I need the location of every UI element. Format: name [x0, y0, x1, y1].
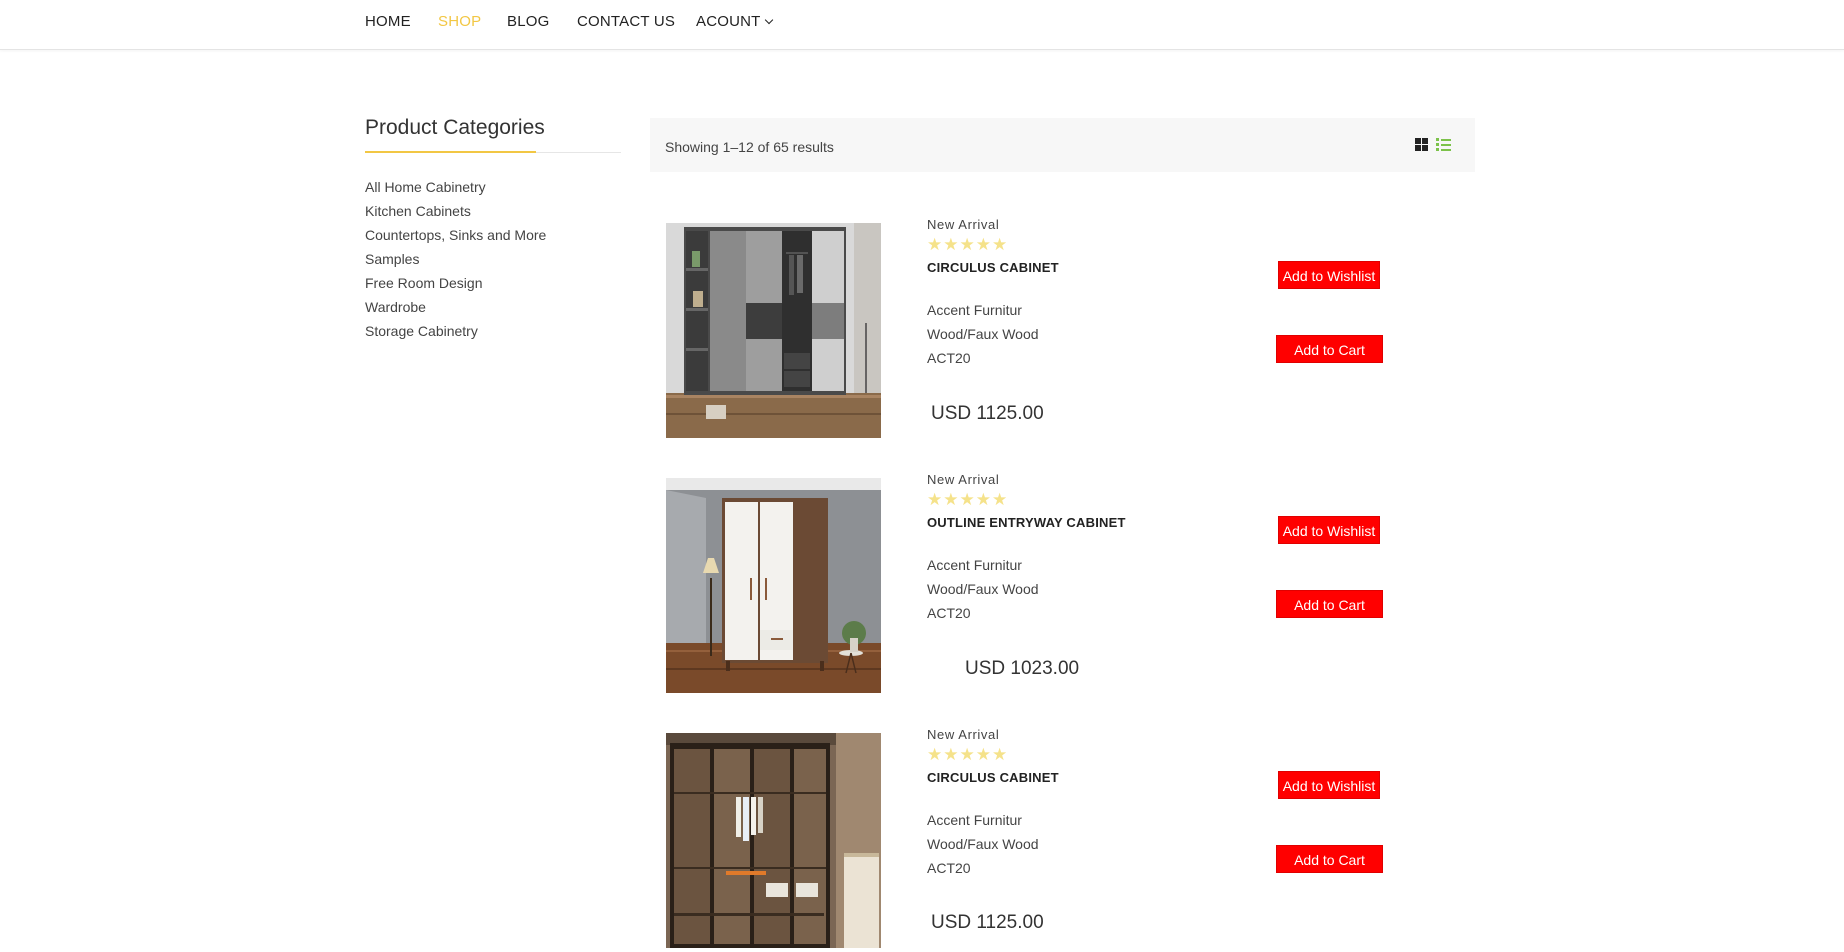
product-price: USD 1125.00: [931, 912, 1044, 933]
category-list: All Home Cabinetry Kitchen Cabinets Coun…: [365, 175, 546, 343]
product-row: New Arrival ★★★★★ CIRCULUS CABINET Accen…: [666, 217, 1426, 439]
new-arrival-badge: New Arrival: [927, 472, 1000, 487]
product-name[interactable]: OUTLINE ENTRYWAY CABINET: [927, 515, 1126, 530]
new-arrival-badge: New Arrival: [927, 217, 1000, 232]
category-link[interactable]: Samples: [365, 247, 546, 271]
nav-blog[interactable]: BLOG: [507, 13, 549, 30]
product-image[interactable]: [666, 478, 881, 693]
star-icon: ★: [959, 490, 975, 509]
list-view-icon[interactable]: [1436, 138, 1451, 152]
nav-home[interactable]: HOME: [365, 13, 411, 30]
star-icon: ★: [992, 235, 1008, 254]
product-spec-type: Accent Furnitur: [927, 812, 1022, 828]
category-link[interactable]: Free Room Design: [365, 271, 546, 295]
star-icon: ★: [943, 235, 959, 254]
product-name[interactable]: CIRCULUS CABINET: [927, 770, 1059, 785]
product-price: USD 1125.00: [931, 403, 1044, 424]
product-spec-material: Wood/Faux Wood: [927, 581, 1039, 597]
chevron-down-icon: [764, 15, 773, 25]
product-spec-code: ACT20: [927, 350, 971, 366]
sidebar-title-underline: [365, 151, 536, 153]
category-link[interactable]: All Home Cabinetry: [365, 175, 546, 199]
star-icon: ★: [975, 490, 991, 509]
star-icon: ★: [975, 745, 991, 764]
new-arrival-badge: New Arrival: [927, 727, 1000, 742]
product-spec-material: Wood/Faux Wood: [927, 836, 1039, 852]
sidebar-title: Product Categories: [365, 116, 545, 139]
star-rating: ★★★★★: [927, 745, 1008, 764]
product-spec-material: Wood/Faux Wood: [927, 326, 1039, 342]
product-spec-code: ACT20: [927, 605, 971, 621]
category-link[interactable]: Wardrobe: [365, 295, 546, 319]
shop-toolbar: Showing 1–12 of 65 results: [650, 118, 1475, 172]
star-rating: ★★★★★: [927, 490, 1008, 509]
add-to-cart-button[interactable]: Add to Cart: [1276, 845, 1383, 873]
star-rating: ★★★★★: [927, 235, 1008, 254]
star-icon: ★: [927, 745, 943, 764]
star-icon: ★: [959, 235, 975, 254]
category-link[interactable]: Storage Cabinetry: [365, 319, 546, 343]
product-name[interactable]: CIRCULUS CABINET: [927, 260, 1059, 275]
nav-account-label: ACOUNT: [696, 13, 761, 30]
star-icon: ★: [992, 745, 1008, 764]
nav-shop[interactable]: SHOP: [438, 13, 481, 30]
nav-account[interactable]: ACOUNT: [696, 13, 773, 30]
add-to-wishlist-button[interactable]: Add to Wishlist: [1278, 261, 1380, 289]
result-count: Showing 1–12 of 65 results: [665, 139, 834, 155]
star-icon: ★: [943, 745, 959, 764]
product-price: USD 1023.00: [965, 658, 1080, 679]
grid-view-icon[interactable]: [1415, 138, 1429, 152]
star-icon: ★: [975, 235, 991, 254]
top-navigation: HOME SHOP BLOG CONTACT US ACOUNT: [0, 0, 1844, 50]
product-row: New Arrival ★★★★★ OUTLINE ENTRYWAY CABIN…: [666, 472, 1426, 694]
star-icon: ★: [927, 235, 943, 254]
category-link[interactable]: Countertops, Sinks and More: [365, 223, 546, 247]
nav-contact-us[interactable]: CONTACT US: [577, 13, 675, 30]
category-link[interactable]: Kitchen Cabinets: [365, 199, 546, 223]
product-spec-type: Accent Furnitur: [927, 557, 1022, 573]
add-to-wishlist-button[interactable]: Add to Wishlist: [1278, 516, 1380, 544]
star-icon: ★: [927, 490, 943, 509]
product-image[interactable]: [666, 733, 881, 948]
add-to-cart-button[interactable]: Add to Cart: [1276, 590, 1383, 618]
star-icon: ★: [959, 745, 975, 764]
star-icon: ★: [943, 490, 959, 509]
product-image[interactable]: [666, 223, 881, 438]
star-icon: ★: [992, 490, 1008, 509]
add-to-cart-button[interactable]: Add to Cart: [1276, 335, 1383, 363]
add-to-wishlist-button[interactable]: Add to Wishlist: [1278, 771, 1380, 799]
product-spec-type: Accent Furnitur: [927, 302, 1022, 318]
product-row: New Arrival ★★★★★ CIRCULUS CABINET Accen…: [666, 727, 1426, 949]
product-spec-code: ACT20: [927, 860, 971, 876]
